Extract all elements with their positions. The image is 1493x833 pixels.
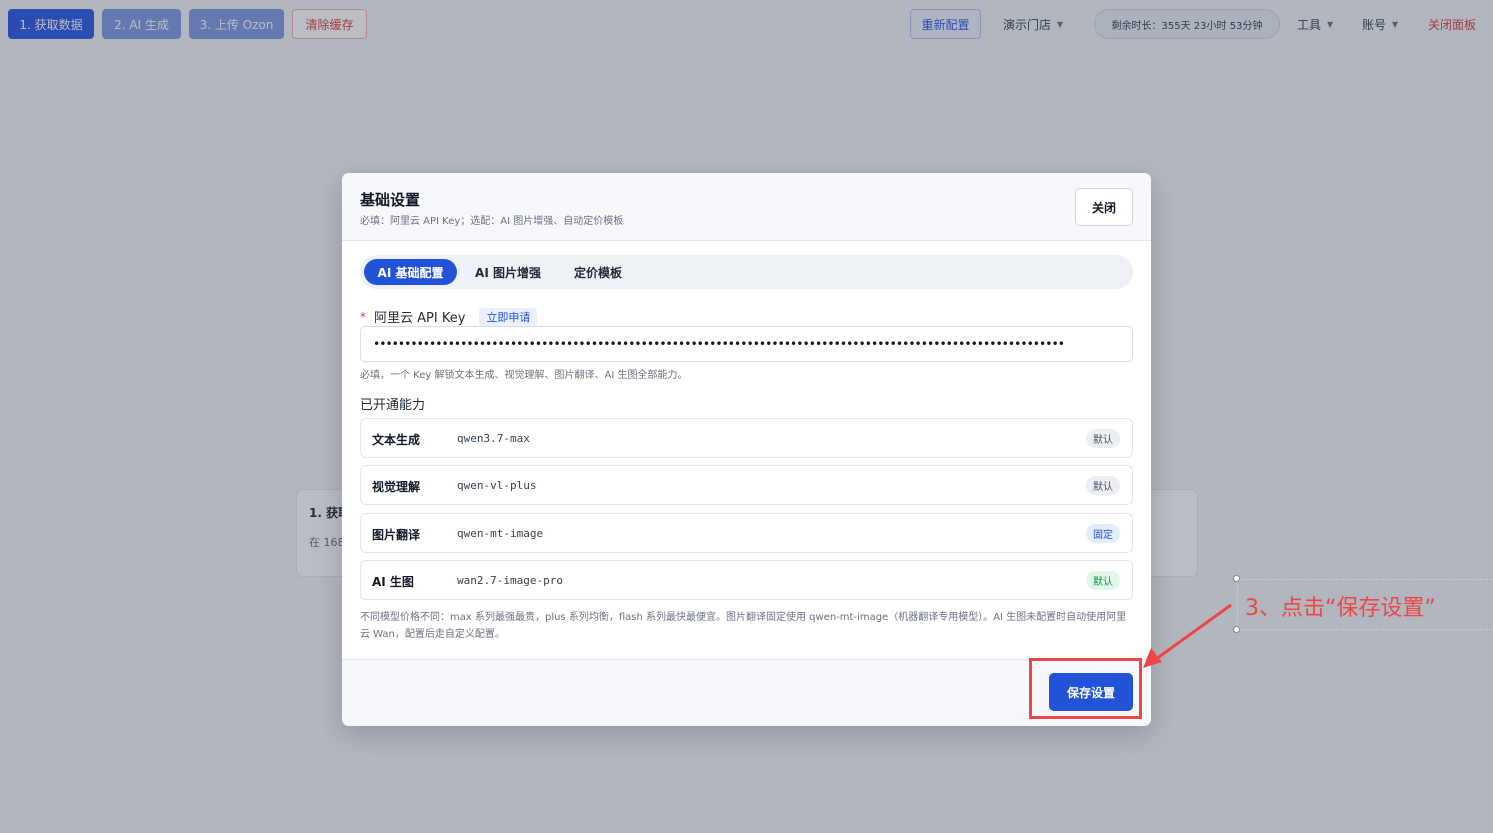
resize-handle-icon[interactable] — [1233, 626, 1240, 633]
arrow-icon — [1143, 603, 1232, 668]
annotation-text: 3、点击“保存设置” — [1245, 596, 1436, 621]
resize-handle-icon[interactable] — [1233, 575, 1240, 582]
